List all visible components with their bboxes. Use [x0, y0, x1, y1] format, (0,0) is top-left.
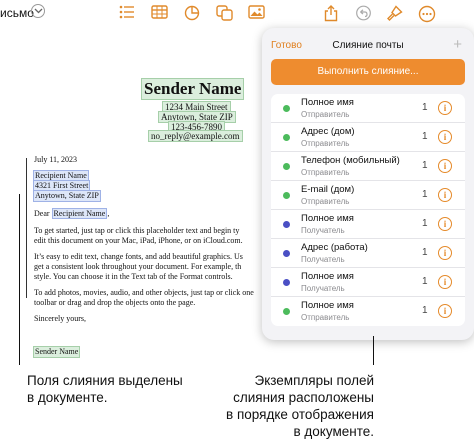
- add-field-button[interactable]: +: [453, 36, 462, 53]
- caption-right: Экземпляры полей слияния расположены в п…: [226, 372, 374, 440]
- caption-left-line-1: Поля слияния выделены: [27, 373, 183, 388]
- merge-field-row[interactable]: Адрес (работа) Получатель 1 i: [271, 239, 465, 268]
- chevron-down-icon[interactable]: [31, 4, 45, 18]
- toolbar: исьмо: [0, 0, 474, 28]
- body-line-1: To get started, just tap or click this p…: [34, 226, 240, 235]
- merge-field-list: Полное имя Отправитель 1 i Адрес (дом) Отправ…: [271, 94, 465, 326]
- more-icon[interactable]: [418, 5, 436, 23]
- merge-field-row[interactable]: Телефон (мобильный) Отправитель 1 i: [271, 152, 465, 181]
- closing: Sincerely yours,: [34, 314, 86, 323]
- field-name: Полное имя: [301, 300, 354, 311]
- sender-email-field[interactable]: no_reply@example.com: [148, 130, 243, 142]
- merge-field-row[interactable]: E-mail (дом) Отправитель 1 i: [271, 181, 465, 210]
- field-name: Полное имя: [301, 213, 354, 224]
- merge-field-row[interactable]: Полное имя Отправитель 1 i: [271, 297, 465, 326]
- document-title[interactable]: исьмо: [0, 6, 34, 20]
- field-color-dot: [283, 105, 290, 112]
- field-name: Адрес (дом): [301, 126, 355, 137]
- caption-left-line-2: в документе.: [27, 390, 108, 405]
- brush-icon[interactable]: [386, 5, 404, 21]
- field-count: 1: [422, 305, 428, 316]
- caption-right-line-3: в порядке отображения: [226, 407, 374, 422]
- greeting-suffix: ,: [107, 209, 110, 218]
- field-count: 1: [422, 131, 428, 142]
- field-color-dot: [283, 250, 290, 257]
- field-color-dot: [283, 163, 290, 170]
- mail-merge-popover: Слияние почты Готово + Выполнить слияние…: [262, 28, 474, 340]
- greeting-prefix: Dear: [34, 209, 52, 218]
- field-count: 1: [422, 276, 428, 287]
- callout-line-left: [19, 194, 20, 365]
- field-count: 1: [422, 218, 428, 229]
- field-count: 1: [422, 102, 428, 113]
- chart-icon[interactable]: [184, 5, 202, 21]
- merge-field-row[interactable]: Полное имя Получатель 1 i: [271, 210, 465, 239]
- body-line-6: To add photos, movies, audio, and other …: [34, 288, 254, 297]
- info-icon[interactable]: i: [438, 188, 452, 202]
- field-source: Отправитель: [301, 139, 350, 148]
- shapes-icon[interactable]: [216, 5, 234, 21]
- field-color-dot: [283, 279, 290, 286]
- popover-header: Слияние почты Готово +: [262, 28, 474, 60]
- caption-right-line-2: слияния расположены: [233, 390, 374, 405]
- field-source: Отправитель: [301, 313, 350, 322]
- field-name: E-mail (дом): [301, 184, 355, 195]
- body-line-3: It’s easy to edit text, change fonts, an…: [34, 252, 243, 261]
- share-icon[interactable]: [324, 5, 342, 22]
- field-name: Полное имя: [301, 271, 354, 282]
- merge-field-row[interactable]: Полное имя Отправитель 1 i: [271, 94, 465, 123]
- field-name: Полное имя: [301, 97, 354, 108]
- signature-sender-field[interactable]: Sender Name: [33, 346, 81, 358]
- caption-left: Поля слияния выделены в документе.: [27, 372, 183, 406]
- field-count: 1: [422, 189, 428, 200]
- info-icon[interactable]: i: [438, 217, 452, 231]
- media-icon[interactable]: [248, 5, 266, 21]
- info-icon[interactable]: i: [438, 130, 452, 144]
- done-button[interactable]: Готово: [271, 40, 302, 51]
- field-name: Телефон (мобильный): [301, 155, 400, 166]
- body-line-4: get a consistent look throughout your do…: [34, 262, 242, 271]
- info-icon[interactable]: i: [438, 246, 452, 260]
- undo-icon[interactable]: [355, 5, 373, 21]
- field-color-dot: [283, 134, 290, 141]
- merge-field-row[interactable]: Адрес (дом) Отправитель 1 i: [271, 123, 465, 152]
- field-name: Адрес (работа): [301, 242, 368, 253]
- recipient-city-field[interactable]: Anytown, State ZIP: [33, 190, 101, 202]
- text-cursor: [26, 158, 27, 298]
- field-source: Отправитель: [301, 110, 350, 119]
- table-icon[interactable]: [151, 5, 169, 21]
- callout-line-right: [373, 336, 374, 365]
- field-count: 1: [422, 247, 428, 258]
- body-line-7: toolbar or drag and drop the objects ont…: [34, 298, 196, 307]
- info-icon[interactable]: i: [438, 304, 452, 318]
- field-color-dot: [283, 308, 290, 315]
- greeting: Dear Recipient Name,: [34, 208, 110, 219]
- sender-name-field[interactable]: Sender Name: [141, 78, 245, 100]
- merge-field-row[interactable]: Полное имя Получатель 1 i: [271, 268, 465, 297]
- field-color-dot: [283, 192, 290, 199]
- body-line-5: style. You can choose it in the Text tab…: [34, 272, 233, 281]
- field-color-dot: [283, 221, 290, 228]
- info-icon[interactable]: i: [438, 275, 452, 289]
- list-icon[interactable]: [119, 5, 137, 21]
- caption-right-line-4: в документе.: [293, 424, 375, 439]
- perform-merge-button[interactable]: Выполнить слияние...: [271, 59, 465, 85]
- field-source: Получатель: [301, 226, 345, 235]
- body-line-2: edit this document on your Mac, iPad, iP…: [34, 236, 243, 245]
- greeting-recipient-field[interactable]: Recipient Name: [51, 208, 108, 219]
- field-count: 1: [422, 160, 428, 171]
- field-source: Отправитель: [301, 197, 350, 206]
- letter-date: July 11, 2023: [34, 155, 78, 164]
- field-source: Получатель: [301, 255, 345, 264]
- info-icon[interactable]: i: [438, 101, 452, 115]
- info-icon[interactable]: i: [438, 159, 452, 173]
- caption-right-line-1: Экземпляры полей: [254, 373, 375, 388]
- field-source: Получатель: [301, 284, 345, 293]
- field-source: Отправитель: [301, 168, 350, 177]
